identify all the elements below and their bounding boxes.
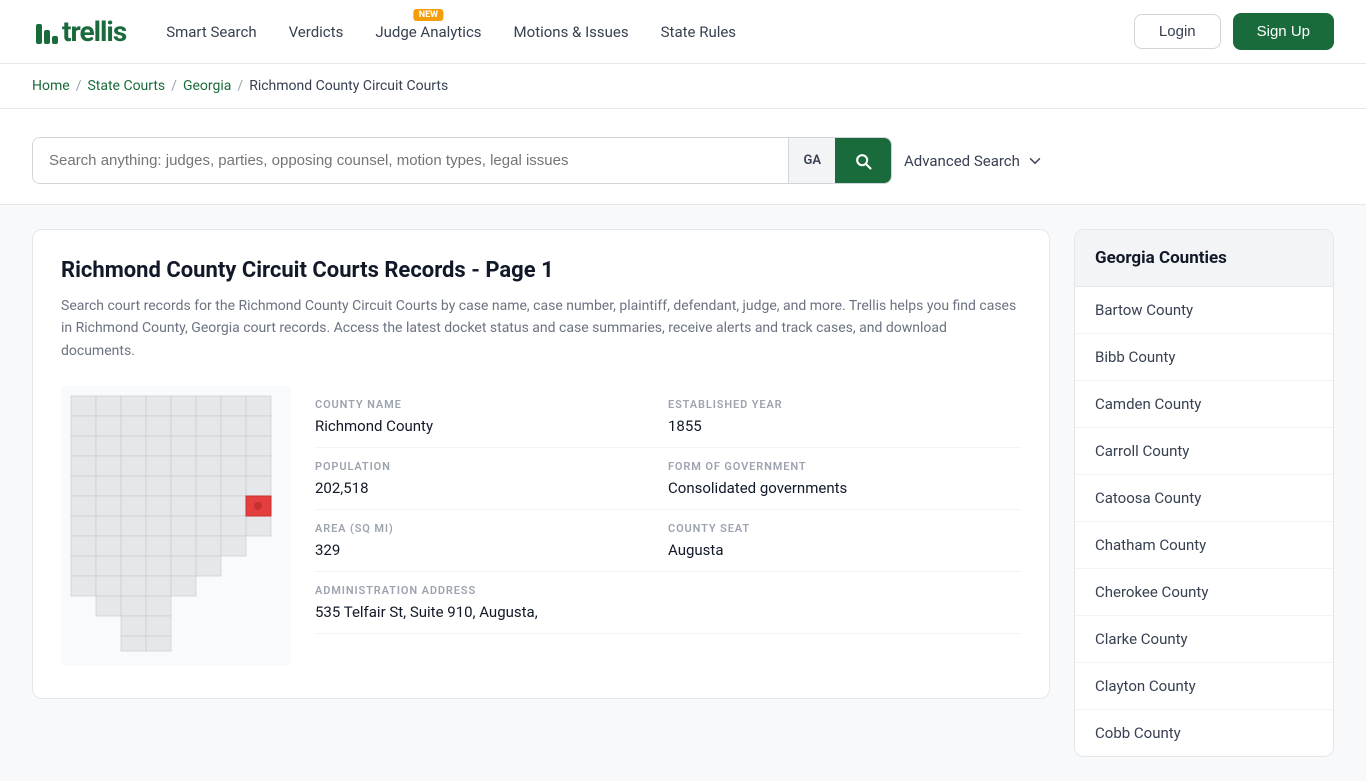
county-name-label: COUNTY NAME bbox=[315, 398, 652, 411]
address-item: ADMINISTRATION ADDRESS 535 Telfair St, S… bbox=[315, 572, 1021, 634]
county-seat-item: COUNTY SEAT Augusta bbox=[668, 510, 1021, 572]
sidebar-item-catoosa[interactable]: Catoosa County bbox=[1075, 475, 1333, 522]
advanced-search-toggle[interactable]: Advanced Search bbox=[904, 152, 1044, 170]
content-card: Richmond County Circuit Courts Records -… bbox=[32, 229, 1050, 699]
sidebar-header: Georgia Counties bbox=[1075, 230, 1333, 287]
breadcrumb-home[interactable]: Home bbox=[32, 78, 70, 94]
chevron-down-icon bbox=[1026, 152, 1044, 170]
county-seat-value: Augusta bbox=[668, 541, 1005, 559]
breadcrumb-state-courts[interactable]: State Courts bbox=[87, 78, 165, 94]
county-seat-label: COUNTY SEAT bbox=[668, 522, 1005, 535]
search-icon bbox=[853, 151, 873, 171]
login-button[interactable]: Login bbox=[1134, 14, 1221, 49]
population-value: 202,518 bbox=[315, 479, 652, 497]
nav-links: Smart Search Verdicts NEW Judge Analytic… bbox=[166, 23, 1094, 41]
population-item: POPULATION 202,518 bbox=[315, 448, 668, 510]
breadcrumb-sep-1: / bbox=[76, 78, 82, 94]
navbar: trellis Smart Search Verdicts NEW Judge … bbox=[0, 0, 1366, 64]
population-label: POPULATION bbox=[315, 460, 652, 473]
state-badge: GA bbox=[788, 138, 835, 183]
county-details: COUNTY NAME Richmond County ESTABLISHED … bbox=[315, 386, 1021, 634]
logo-text: trellis bbox=[62, 15, 126, 48]
search-input[interactable] bbox=[33, 138, 788, 183]
sidebar-item-bartow[interactable]: Bartow County bbox=[1075, 287, 1333, 334]
sidebar-item-chatham[interactable]: Chatham County bbox=[1075, 522, 1333, 569]
nav-state-rules[interactable]: State Rules bbox=[661, 23, 736, 41]
sidebar-item-carroll[interactable]: Carroll County bbox=[1075, 428, 1333, 475]
nav-judge-analytics[interactable]: NEW Judge Analytics bbox=[375, 23, 481, 41]
nav-actions: Login Sign Up bbox=[1134, 13, 1334, 50]
nav-motions-issues[interactable]: Motions & Issues bbox=[514, 23, 629, 41]
breadcrumb-sep-2: / bbox=[171, 78, 177, 94]
breadcrumb-state[interactable]: Georgia bbox=[183, 78, 231, 94]
logo[interactable]: trellis bbox=[32, 15, 126, 48]
search-wrapper: GA bbox=[32, 137, 892, 184]
sidebar-item-camden[interactable]: Camden County bbox=[1075, 381, 1333, 428]
county-name-item: COUNTY NAME Richmond County bbox=[315, 386, 668, 448]
sidebar: Georgia Counties Bartow County Bibb Coun… bbox=[1074, 229, 1334, 757]
county-map bbox=[61, 386, 291, 670]
breadcrumb: Home / State Courts / Georgia / Richmond… bbox=[0, 64, 1366, 109]
search-section: GA Advanced Search bbox=[0, 109, 1366, 205]
established-label: ESTABLISHED YEAR bbox=[668, 398, 1005, 411]
sidebar-item-cherokee[interactable]: Cherokee County bbox=[1075, 569, 1333, 616]
established-item: ESTABLISHED YEAR 1855 bbox=[668, 386, 1021, 448]
breadcrumb-sep-3: / bbox=[237, 78, 243, 94]
sidebar-item-clayton[interactable]: Clayton County bbox=[1075, 663, 1333, 710]
address-value: 535 Telfair St, Suite 910, Augusta, bbox=[315, 603, 1005, 621]
search-button[interactable] bbox=[835, 138, 891, 183]
nav-verdicts[interactable]: Verdicts bbox=[289, 23, 344, 41]
signup-button[interactable]: Sign Up bbox=[1233, 13, 1334, 50]
nav-smart-search[interactable]: Smart Search bbox=[166, 23, 256, 41]
page-description: Search court records for the Richmond Co… bbox=[61, 295, 1021, 362]
form-of-gov-value: Consolidated governments bbox=[668, 479, 1005, 497]
established-value: 1855 bbox=[668, 417, 1005, 435]
advanced-search-label: Advanced Search bbox=[904, 152, 1020, 170]
breadcrumb-current: Richmond County Circuit Courts bbox=[249, 78, 448, 94]
county-name-value: Richmond County bbox=[315, 417, 652, 435]
county-info: COUNTY NAME Richmond County ESTABLISHED … bbox=[61, 386, 1021, 670]
main-layout: Richmond County Circuit Courts Records -… bbox=[0, 205, 1366, 781]
form-of-gov-item: FORM OF GOVERNMENT Consolidated governme… bbox=[668, 448, 1021, 510]
area-label: AREA (SQ MI) bbox=[315, 522, 652, 535]
form-of-gov-label: FORM OF GOVERNMENT bbox=[668, 460, 1005, 473]
sidebar-item-clarke[interactable]: Clarke County bbox=[1075, 616, 1333, 663]
new-badge: NEW bbox=[414, 9, 443, 21]
address-label: ADMINISTRATION ADDRESS bbox=[315, 584, 1005, 597]
area-item: AREA (SQ MI) 329 bbox=[315, 510, 668, 572]
sidebar-item-bibb[interactable]: Bibb County bbox=[1075, 334, 1333, 381]
sidebar-item-cobb[interactable]: Cobb County bbox=[1075, 710, 1333, 756]
page-title: Richmond County Circuit Courts Records -… bbox=[61, 258, 1021, 283]
area-value: 329 bbox=[315, 541, 652, 559]
